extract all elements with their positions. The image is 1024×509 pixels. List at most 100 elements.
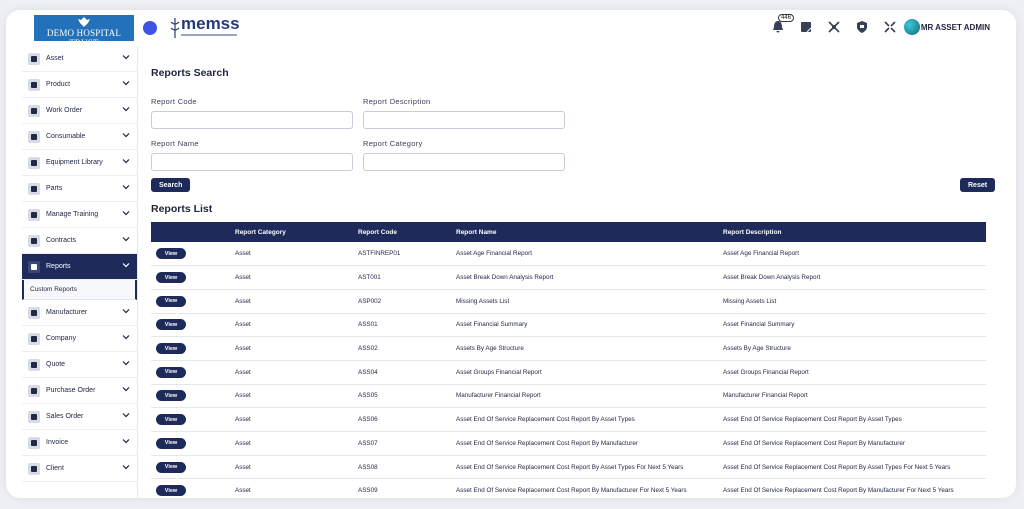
sidebar-item-consumable[interactable]: Consumable xyxy=(22,124,137,150)
chevron-down-icon xyxy=(122,361,130,366)
cell-category: Asset xyxy=(235,265,358,290)
cell-name: Asset End Of Service Replacement Cost Re… xyxy=(456,407,723,432)
sidebar-item-company[interactable]: Company xyxy=(22,326,137,352)
notes-button[interactable] xyxy=(800,20,814,34)
sidebar-item-label: Parts xyxy=(46,185,63,192)
view-button[interactable]: View xyxy=(156,366,186,378)
view-button[interactable]: View xyxy=(156,414,186,426)
sidebar-item-reports[interactable]: Reports xyxy=(22,254,137,280)
cell-code: ASP002 xyxy=(358,289,456,314)
sidebar-item-equipment-library[interactable]: Equipment Library xyxy=(22,150,137,176)
contracts-icon xyxy=(28,234,40,247)
notification-bell[interactable]: 446 xyxy=(772,14,795,34)
cell-category: Asset xyxy=(235,431,358,456)
sidebar-item-client[interactable]: Client xyxy=(22,456,137,482)
sidebar-item-work-order[interactable]: Work Order xyxy=(22,98,137,124)
table-row[interactable]: View Asset ASS07 Asset End Of Service Re… xyxy=(151,431,986,456)
logo-tagline xyxy=(181,34,237,36)
view-button[interactable]: View xyxy=(156,437,186,449)
search-button[interactable]: Search xyxy=(151,178,191,192)
sidebar-subitem-custom-reports[interactable]: Custom Reports xyxy=(22,280,137,300)
fullscreen-button[interactable] xyxy=(884,20,898,34)
sidebar-item-sales-order[interactable]: Sales Order xyxy=(22,404,137,430)
sidebar-item-contracts[interactable]: Contracts xyxy=(22,228,137,254)
sidebar-item-product[interactable]: Product xyxy=(22,72,137,98)
hospital-logo[interactable]: DEMO HOSPITAL TRUST xyxy=(34,15,134,48)
sidebar-item-asset[interactable]: Asset xyxy=(22,46,137,72)
chevron-down-icon xyxy=(122,413,130,418)
sidebar-item-manufacturer[interactable]: Manufacturer xyxy=(22,300,137,326)
sidebar-item-parts[interactable]: Parts xyxy=(22,176,137,202)
view-button[interactable]: View xyxy=(156,390,186,402)
view-button[interactable]: View xyxy=(156,485,186,497)
view-button[interactable]: View xyxy=(156,319,186,331)
cell-code: ASS08 xyxy=(358,455,456,480)
brand-dot-icon xyxy=(143,21,157,35)
cell-category: Asset xyxy=(235,289,358,314)
training-icon xyxy=(28,208,40,221)
invoice-icon xyxy=(28,436,40,449)
sidebar-item-label: Reports xyxy=(46,263,71,270)
sidebar-item-quote[interactable]: Quote xyxy=(22,352,137,378)
company-icon xyxy=(28,332,40,345)
header-icons: 446 xyxy=(772,14,898,34)
chevron-down-icon xyxy=(122,309,130,314)
cell-name: Asset Groups Financial Report xyxy=(456,360,723,385)
header-report-description: Report Description xyxy=(723,228,782,236)
cell-description: Missing Assets List xyxy=(723,289,986,314)
table-row[interactable]: View Asset ASTFINREP01 Asset Age Financi… xyxy=(151,242,986,267)
sales-order-icon xyxy=(28,410,40,423)
sidebar-item-invoice[interactable]: Invoice xyxy=(22,430,137,456)
user-avatar[interactable] xyxy=(904,19,920,35)
cell-description: Asset End Of Service Replacement Cost Re… xyxy=(723,431,986,456)
view-button[interactable]: View xyxy=(156,248,186,260)
product-icon xyxy=(28,78,40,91)
client-icon xyxy=(28,462,40,475)
report-category-input[interactable] xyxy=(363,153,565,171)
manufacturer-icon xyxy=(28,306,40,319)
reset-button[interactable]: Reset xyxy=(960,178,996,192)
table-row[interactable]: View Asset ASS02 Assets By Age Structure… xyxy=(151,336,986,361)
report-name-input[interactable] xyxy=(151,153,353,171)
sidebar-item-label: Quote xyxy=(46,361,66,368)
view-button[interactable]: View xyxy=(156,343,186,355)
view-button[interactable]: View xyxy=(156,272,186,284)
shield-icon xyxy=(857,21,867,33)
sidebar: Asset Product Work Order Consumable Equi… xyxy=(22,46,138,498)
table-row[interactable]: View Asset ASS01 Asset Financial Summary… xyxy=(151,313,986,338)
cell-description: Asset End Of Service Replacement Cost Re… xyxy=(723,407,986,432)
table-row[interactable]: View Asset ASS08 Asset End Of Service Re… xyxy=(151,455,986,480)
sidebar-item-label: Purchase Order xyxy=(46,387,96,394)
sidebar-item-manage-training[interactable]: Manage Training xyxy=(22,202,137,228)
table-row[interactable]: View Asset AST001 Asset Break Down Analy… xyxy=(151,265,986,290)
header-report-name: Report Name xyxy=(456,228,497,236)
expand-button[interactable] xyxy=(828,20,842,34)
sidebar-item-purchase-order[interactable]: Purchase Order xyxy=(22,378,137,404)
reports-list-title: Reports List xyxy=(151,203,213,215)
work-order-icon xyxy=(28,104,40,117)
user-name[interactable]: MR ASSET ADMIN xyxy=(921,23,990,32)
reports-icon xyxy=(28,260,40,273)
report-description-input[interactable] xyxy=(363,111,565,129)
notification-count: 446 xyxy=(778,14,795,22)
view-button[interactable]: View xyxy=(156,461,186,473)
chevron-down-icon xyxy=(122,211,130,216)
report-code-input[interactable] xyxy=(151,111,353,129)
table-row[interactable]: View Asset ASS09 Asset End Of Service Re… xyxy=(151,478,986,498)
sidebar-item-label: Company xyxy=(46,335,76,342)
equipment-library-icon xyxy=(28,156,40,169)
view-button[interactable]: View xyxy=(156,295,186,307)
sidebar-item-label: Sales Order xyxy=(46,413,84,420)
memss-logo[interactable]: memss xyxy=(169,14,240,40)
table-row[interactable]: View Asset ASS05 Manufacturer Financial … xyxy=(151,384,986,409)
top-header: DEMO HOSPITAL TRUST memss 446 MR ASSET A… xyxy=(6,10,1016,48)
table-row[interactable]: View Asset ASS06 Asset End Of Service Re… xyxy=(151,407,986,432)
badge-button[interactable] xyxy=(856,20,870,34)
cell-description: Asset Groups Financial Report xyxy=(723,360,986,385)
header-report-category: Report Category xyxy=(235,228,286,236)
cell-description: Manufacturer Financial Report xyxy=(723,384,986,409)
asset-icon xyxy=(28,52,40,65)
table-row[interactable]: View Asset ASP002 Missing Assets List Mi… xyxy=(151,289,986,314)
chevron-down-icon xyxy=(122,55,130,60)
table-row[interactable]: View Asset ASS04 Asset Groups Financial … xyxy=(151,360,986,385)
